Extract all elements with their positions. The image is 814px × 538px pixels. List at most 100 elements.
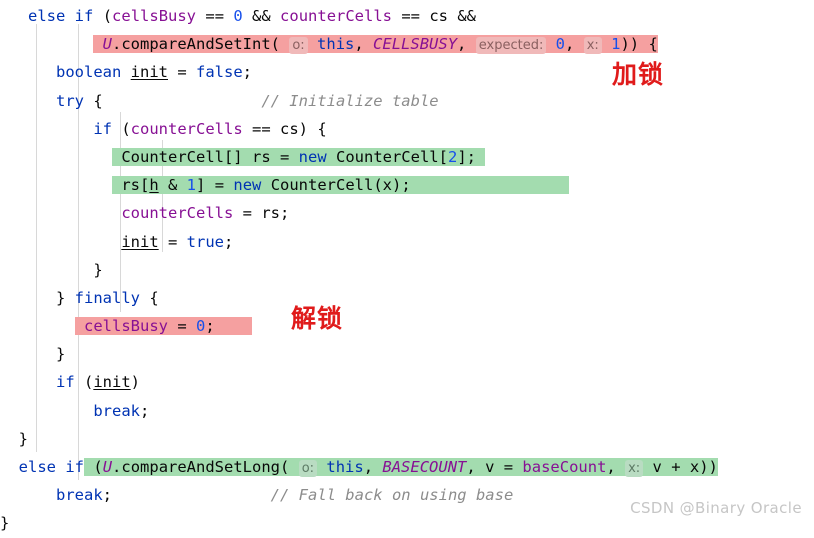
token-keyword-new: new — [298, 147, 327, 166]
token-class-CounterCell-ctor: CounterCell(x); — [261, 176, 411, 195]
token-var-init: init — [130, 63, 168, 82]
comment-fall-back: // Fall back on using base — [270, 486, 514, 505]
code-editor[interactable]: else if (cellsBusy == 0 && counterCells … — [0, 0, 814, 532]
token-assign: = — [158, 232, 187, 251]
token-brace-close: } — [0, 514, 10, 533]
token-const-CELLSBUSY: CELLSBUSY — [373, 35, 458, 54]
code-line-14: if (init) — [0, 368, 814, 396]
code-line-6: CounterCell[] rs = new CounterCell[2]; — [0, 143, 814, 171]
token-semicolon: ; — [102, 486, 113, 505]
code-line-16: } — [0, 425, 814, 453]
token-semicolon: ; — [279, 204, 290, 223]
token-number-zero: 0 — [233, 7, 243, 25]
token-var-init: init — [93, 373, 131, 392]
token-class-U: U — [102, 458, 113, 476]
code-line-3: boolean init = false; — [0, 58, 814, 86]
token-keyword-false: false — [196, 63, 243, 82]
code-line-5: if (counterCells == cs) { — [0, 115, 814, 143]
inlay-hint-x: x: — [625, 460, 644, 477]
token-keyword-if: if — [56, 373, 75, 392]
token-operator-and: && — [242, 7, 281, 25]
token-keyword-if: if — [93, 119, 112, 138]
token-assign: = — [205, 176, 234, 195]
code-line-12: cellsBusy = 0; — [0, 312, 814, 340]
token-comma2: , — [466, 458, 476, 476]
watermark-csdn: CSDN @Binary Oracle — [630, 499, 802, 517]
token-bracket-close: ] — [196, 176, 206, 195]
code-line-13: } — [0, 340, 814, 368]
code-lines: else if (cellsBusy == 0 && counterCells … — [0, 0, 814, 538]
token-method-compareAndSetLong: .compareAndSetLong( — [112, 458, 290, 476]
token-keyword-if: if — [65, 458, 85, 476]
annotation-lock: 加锁 — [612, 60, 665, 89]
token-field-baseCount: baseCount — [522, 458, 607, 476]
token-const-BASECOUNT: BASECOUNT — [382, 458, 467, 476]
token-keyword-try: try — [56, 91, 84, 110]
token-field-cellsBusy: cellsBusy — [84, 317, 168, 336]
token-field-counterCells: counterCells — [280, 7, 393, 25]
token-semicolon: ; — [223, 232, 234, 251]
token-paren-close: ) — [130, 373, 141, 392]
highlight-cas-basecount: (U.compareAndSetLong( o: this, BASECOUNT… — [84, 458, 718, 477]
token-expr-v-plus-x: v + x — [652, 458, 700, 476]
highlight-counter-cell-alloc: CounterCell[] rs = new CounterCell[2]; — [111, 147, 486, 166]
token-operator-eq: == — [196, 7, 234, 25]
token-brace-close: } — [56, 345, 66, 364]
token-semicolon: ; — [205, 317, 215, 336]
token-comma3: , — [606, 458, 616, 476]
highlight-lock-release: cellsBusy = 0; — [74, 317, 253, 336]
token-brace-close: } — [18, 429, 29, 448]
token-field-counterCells: counterCells — [130, 119, 243, 138]
token-class-U: U — [102, 35, 113, 54]
token-keyword-if: if — [74, 7, 94, 25]
code-line-11: } finally { — [0, 284, 814, 312]
token-class-CounterCell-array: CounterCell[] — [121, 147, 243, 166]
token-operator-eq: == — [242, 119, 280, 138]
token-tail: )) { — [620, 35, 658, 54]
token-brace-close: } — [56, 288, 75, 307]
token-tail: )) — [699, 458, 718, 476]
highlight-counter-cell-init: rs[h & 1] = new CounterCell(x); — [111, 176, 570, 195]
token-assign: = — [233, 204, 262, 223]
token-field-cellsBusy: cellsBusy — [112, 7, 197, 25]
code-line-8: counterCells = rs; — [0, 199, 814, 227]
token-operator-eq2: == — [392, 7, 430, 25]
token-keyword-break: break — [56, 486, 103, 505]
token-var-cs: cs — [279, 119, 299, 138]
token-keyword-else: else — [18, 458, 56, 476]
token-var-cs: cs — [429, 7, 449, 25]
token-operator-and: & — [158, 176, 187, 195]
token-method-compareAndSetInt: .compareAndSetInt( — [112, 35, 280, 54]
token-paren: ( — [112, 119, 131, 138]
annotation-unlock: 解锁 — [291, 304, 344, 333]
token-operator-and2: && — [448, 7, 477, 25]
comment-initialize-table: // Initialize table — [261, 91, 439, 110]
token-var-init: init — [121, 232, 159, 251]
code-line-17: else if (U.compareAndSetLong( o: this, B… — [0, 453, 814, 481]
code-line-10: } — [0, 256, 814, 284]
code-line-7: rs[h & 1] = new CounterCell(x); — [0, 171, 814, 199]
token-keyword-new: new — [233, 176, 262, 195]
token-number-zero: 0 — [555, 35, 566, 54]
code-line-4: try { // Initialize table — [0, 87, 814, 115]
token-brace-open: { — [140, 288, 159, 307]
token-comma2: , — [457, 35, 467, 54]
token-assign: = — [494, 458, 523, 476]
token-number-zero: 0 — [196, 317, 206, 336]
highlight-lock-acquire: U.compareAndSetInt( o: this, CELLSBUSY, … — [93, 35, 658, 55]
